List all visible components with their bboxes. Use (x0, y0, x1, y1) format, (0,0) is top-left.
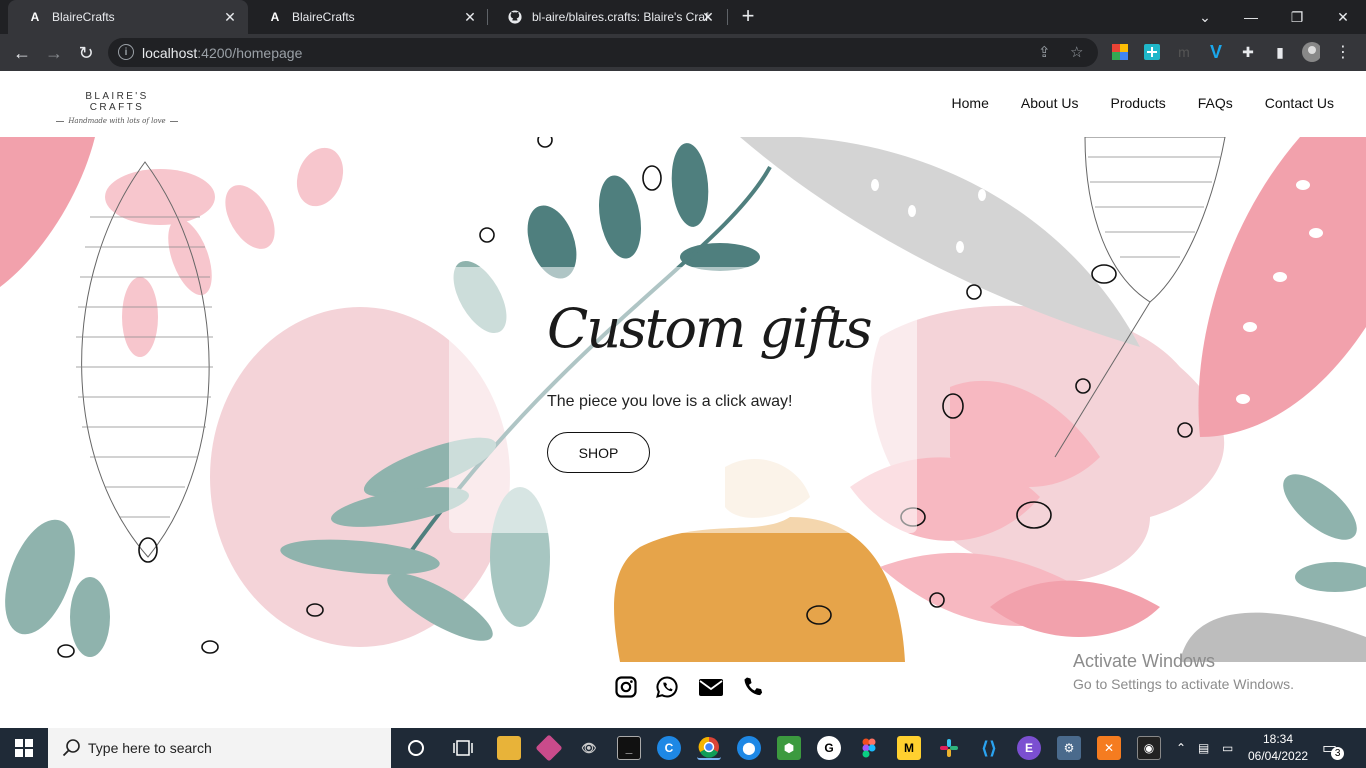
search-icon (62, 739, 80, 757)
app-c-icon[interactable]: C (657, 736, 681, 760)
logo-tagline-row: Handmade with lots of love (56, 117, 178, 125)
browser-menu-icon[interactable]: ⋮ (1334, 43, 1352, 61)
extension-colorful-icon[interactable] (1111, 43, 1129, 61)
battery-icon[interactable]: ▭ (1222, 728, 1233, 768)
site-info-icon[interactable]: i (118, 44, 134, 60)
activate-title: Activate Windows (1073, 651, 1216, 671)
close-tab-icon[interactable]: ✕ (222, 9, 238, 25)
obs-icon[interactable]: ◉ (1137, 736, 1161, 760)
taskbar-search-placeholder: Type here to search (88, 740, 212, 756)
side-panel-icon[interactable]: ▮ (1271, 43, 1289, 61)
hero-title: Custom gifts (547, 297, 873, 360)
github-icon (508, 10, 522, 24)
browser-tab-bar: A BlaireCrafts ✕ A BlaireCrafts ✕ bl-air… (0, 0, 1366, 34)
close-tab-icon[interactable]: ✕ (700, 9, 716, 25)
eclipse-icon[interactable]: E (1017, 736, 1041, 760)
vscode-icon[interactable]: ⟨⟩ (977, 736, 1001, 760)
logo-title: BLAIRE'S CRAFTS (85, 91, 149, 113)
restore-button[interactable]: ❐ (1274, 0, 1320, 34)
nodejs-icon[interactable]: ⬢ (777, 736, 801, 760)
terminal-icon[interactable]: _ (617, 736, 641, 760)
extension-vimeo-icon[interactable]: V (1207, 42, 1225, 62)
nav-about-us[interactable]: About Us (1021, 95, 1079, 111)
tab-github[interactable]: bl-aire/blaires.crafts: Blaire's Craf ✕ (488, 0, 726, 34)
activate-windows-watermark: Activate Windows Go to Settings to activ… (1073, 651, 1294, 692)
nav-home[interactable]: Home (952, 95, 989, 111)
nav-contact-us[interactable]: Contact Us (1265, 95, 1334, 111)
angular-icon: A (270, 10, 280, 24)
main-nav: Home About Us Products FAQs Contact Us (952, 95, 1334, 111)
webpage: BLAIRE'S CRAFTS Handmade with lots of lo… (0, 71, 1366, 728)
share-icon[interactable]: ⇪ (1038, 43, 1051, 61)
url-path: :4200/homepage (197, 44, 303, 61)
app-diamond-icon[interactable] (535, 734, 563, 762)
hero-card: Custom gifts The piece you love is a cli… (449, 267, 917, 533)
tab-title: bl-aire/blaires.crafts: Blaire's Craf (532, 10, 709, 24)
figma-icon[interactable] (857, 736, 881, 760)
shop-button[interactable]: SHOP (547, 432, 650, 473)
phone-icon[interactable] (741, 675, 765, 699)
clock-time: 18:34 (1262, 732, 1294, 746)
cortana-icon[interactable] (404, 736, 428, 760)
url-host: localhost (142, 44, 198, 61)
clock-date: 06/04/2022 (1248, 749, 1309, 763)
minimize-button[interactable]: — (1228, 0, 1274, 34)
windows-taskbar: Type here to search 👁 _ C ⬤ ⬢ G M ⟨⟩ E ⚙… (0, 728, 1366, 768)
bookmark-star-icon[interactable]: ☆ (1070, 43, 1083, 61)
file-explorer-icon[interactable] (497, 736, 521, 760)
tab-title: BlaireCrafts (52, 10, 115, 24)
miro-icon[interactable]: M (897, 736, 921, 760)
address-bar[interactable]: i localhost:4200/homepage ⇪ ☆ (108, 38, 1098, 67)
app-eye-icon[interactable]: 👁 (577, 736, 601, 760)
task-view-icon[interactable] (451, 736, 475, 760)
extension-plus-icon[interactable] (1143, 43, 1161, 61)
notification-count: 3 (1331, 746, 1345, 760)
browser-toolbar: ← → ↻ i localhost:4200/homepage ⇪ ☆ (0, 34, 1366, 71)
show-hidden-icons[interactable]: ⌃ (1176, 728, 1186, 768)
hero-banner: Custom gifts The piece you love is a cli… (0, 137, 1366, 662)
tab-blairecrafts[interactable]: A BlaireCrafts ✕ (248, 0, 488, 34)
windows-start-icon[interactable] (0, 728, 48, 768)
activate-hint: Go to Settings to activate Windows. (1073, 676, 1294, 692)
extension-m-icon[interactable]: m (1175, 43, 1193, 61)
network-icon[interactable]: ▤ (1198, 728, 1209, 768)
profile-avatar[interactable] (1302, 42, 1320, 62)
github-desktop-icon[interactable]: G (817, 736, 841, 760)
extensions-puzzle-icon[interactable]: ✚ (1239, 43, 1257, 61)
close-window-button[interactable]: ✕ (1320, 0, 1366, 34)
new-tab-button[interactable]: + (737, 5, 759, 27)
tab-blairecrafts-active[interactable]: A BlaireCrafts ✕ (8, 0, 248, 34)
system-clock[interactable]: 18:34 06/04/2022 (1248, 731, 1308, 765)
mail-icon[interactable] (698, 675, 724, 699)
maps-pin-icon[interactable]: ⬤ (737, 736, 761, 760)
site-header: BLAIRE'S CRAFTS Handmade with lots of lo… (0, 71, 1366, 137)
slack-icon[interactable] (937, 736, 961, 760)
forward-icon[interactable]: → (41, 40, 67, 66)
logo-tagline: Handmade with lots of love (68, 117, 166, 125)
tab-title: BlaireCrafts (292, 10, 355, 24)
tab-search-icon[interactable]: ⌄ (1182, 0, 1228, 34)
nav-faqs[interactable]: FAQs (1198, 95, 1233, 111)
mysql-workbench-icon[interactable]: ⚙ (1057, 736, 1081, 760)
hero-subtitle: The piece you love is a click away! (547, 393, 793, 410)
close-tab-icon[interactable]: ✕ (462, 9, 478, 25)
instagram-icon[interactable] (614, 675, 638, 699)
back-icon[interactable]: ← (9, 40, 35, 66)
angular-icon: A (30, 10, 40, 24)
whatsapp-icon[interactable] (655, 675, 679, 699)
chrome-icon[interactable] (697, 736, 721, 760)
reload-icon[interactable]: ↻ (73, 40, 99, 66)
xampp-icon[interactable]: ✕ (1097, 736, 1121, 760)
nav-products[interactable]: Products (1110, 95, 1165, 111)
tab-divider (727, 9, 728, 25)
notification-center-icon[interactable]: ▭ 3 (1322, 728, 1345, 768)
brand-logo[interactable]: BLAIRE'S CRAFTS Handmade with lots of lo… (56, 91, 178, 125)
taskbar-search-box[interactable]: Type here to search (48, 728, 391, 768)
